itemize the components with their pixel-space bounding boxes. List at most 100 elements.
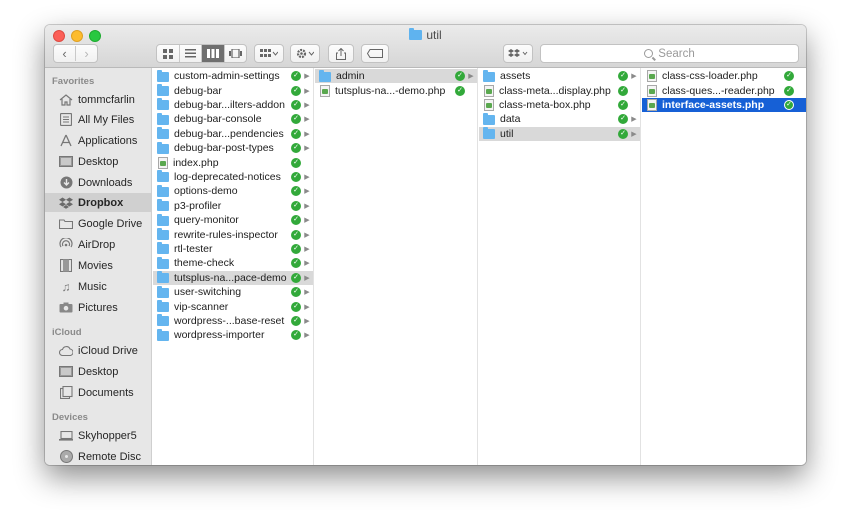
sidebar-item-airdrop[interactable]: AirDrop [45, 235, 151, 254]
php-file-icon [647, 70, 657, 83]
dropbox-icon [59, 196, 73, 209]
browser-column-4: class-css-loader.php✓▶ class-ques...-rea… [642, 68, 806, 465]
icon-view-button[interactable] [157, 45, 179, 62]
sidebar-item-dropbox[interactable]: Dropbox [45, 193, 151, 212]
column-row[interactable]: log-deprecated-notices ✓ ▶ [153, 170, 313, 184]
synced-check-icon: ✓ [291, 287, 301, 298]
sidebar-item-icloud-desktop[interactable]: Desktop [45, 362, 151, 381]
sidebar-item-remote-disc[interactable]: Remote Disc [45, 447, 151, 465]
column-row[interactable]: debug-bar...pendencies ✓ ▶ [153, 127, 313, 141]
column-row[interactable]: wordpress-...base-reset ✓ ▶ [153, 314, 313, 328]
column-view-button[interactable] [201, 45, 224, 62]
disclosure-arrow-icon: ▶ [304, 332, 310, 340]
row-label: debug-bar-console [174, 113, 262, 126]
column-row[interactable]: debug-bar ✓ ▶ [153, 83, 313, 97]
column-row[interactable]: user-switching ✓ ▶ [153, 285, 313, 299]
gear-icon [296, 48, 314, 59]
column-row[interactable]: p3-profiler ✓ ▶ [153, 199, 313, 213]
row-label: class-meta...display.php [499, 84, 611, 97]
column-row[interactable]: rewrite-rules-inspector ✓ ▶ [153, 227, 313, 241]
folder-icon [157, 112, 169, 125]
column-row[interactable]: class-ques...-reader.php✓▶ [642, 83, 806, 97]
disclosure-arrow-icon: ▶ [304, 231, 310, 239]
sidebar-item-pictures[interactable]: Pictures [45, 298, 151, 317]
synced-check-icon: ✓ [784, 85, 794, 96]
column-row-selected[interactable]: admin ✓ ▶ [315, 69, 477, 84]
action-button[interactable] [290, 44, 320, 63]
downloads-icon [59, 176, 73, 189]
folder-icon [483, 112, 495, 125]
search-field[interactable]: Search [540, 44, 799, 63]
synced-check-icon: ✓ [291, 315, 301, 326]
column-row[interactable]: debug-bar-console ✓ ▶ [153, 112, 313, 126]
column-row[interactable]: class-css-loader.php✓▶ [642, 69, 806, 83]
column-row-selected[interactable]: util ✓ ▶ [479, 126, 640, 141]
dropbox-menu-button[interactable] [503, 44, 533, 63]
row-label: vip-scanner [174, 300, 229, 313]
synced-check-icon: ✓ [291, 128, 301, 139]
sidebar-item-applications[interactable]: Applications [45, 131, 151, 150]
sidebar-item-all-my-files[interactable]: All My Files [45, 110, 151, 129]
column-row[interactable]: assets ✓ ▶ [479, 69, 640, 83]
back-button[interactable]: ‹ [54, 46, 75, 61]
cover-flow-button[interactable] [223, 45, 247, 62]
sidebar-item-downloads[interactable]: Downloads [45, 173, 151, 192]
synced-check-icon: ✓ [291, 229, 301, 240]
arrange-button[interactable] [254, 44, 284, 63]
column-row-selected-active[interactable]: interface-assets.php✓▶ [642, 97, 806, 113]
browser-column-3: assets✓▶ class-meta...display.php✓▶ clas… [479, 68, 641, 465]
folder-icon [157, 141, 169, 154]
row-label: class-ques...-reader.php [662, 84, 775, 97]
list-view-icon [184, 49, 196, 58]
window-title-text: util [426, 28, 442, 42]
column-row[interactable]: vip-scanner ✓ ▶ [153, 299, 313, 313]
desktop-icon [59, 365, 73, 378]
folder-icon [319, 69, 331, 82]
folder-icon [157, 314, 169, 327]
sidebar-item-google-drive[interactable]: Google Drive [45, 214, 151, 233]
column-row[interactable]: tutsplus-na...-demo.php✓▶ [315, 83, 477, 97]
column-row[interactable]: class-meta...display.php✓▶ [479, 83, 640, 97]
sidebar-item-label: Desktop [78, 365, 119, 378]
column-row[interactable]: debug-bar...ilters-addon ✓ ▶ [153, 98, 313, 112]
column-row-selected[interactable]: tutsplus-na...pace-demo ✓ ▶ [153, 270, 313, 285]
edit-tags-button[interactable] [361, 44, 389, 63]
list-view-button[interactable] [178, 45, 202, 62]
applications-icon [59, 134, 73, 147]
column-row[interactable]: options-demo ✓ ▶ [153, 184, 313, 198]
disclosure-arrow-icon: ▶ [304, 317, 310, 325]
forward-button[interactable]: › [75, 46, 97, 61]
sidebar-item-documents[interactable]: Documents [45, 383, 151, 402]
sidebar-item-icloud-drive[interactable]: iCloud Drive [45, 341, 151, 360]
sidebar-item-skyhopper5[interactable]: Skyhopper5 [45, 426, 151, 445]
column-row[interactable]: data ✓ ▶ [479, 112, 640, 126]
synced-check-icon: ✓ [618, 114, 628, 125]
synced-check-icon: ✓ [784, 71, 794, 82]
column-row[interactable]: class-meta-box.php✓▶ [479, 98, 640, 112]
synced-check-icon: ✓ [291, 71, 301, 82]
sidebar-item-music[interactable]: ♫ Music [45, 277, 151, 296]
synced-check-icon: ✓ [291, 200, 301, 211]
column-row[interactable]: wordpress-importer ✓ ▶ [153, 328, 313, 342]
row-label: util [500, 127, 514, 140]
share-icon [336, 47, 346, 60]
row-label: debug-bar...pendencies [174, 127, 284, 140]
share-button[interactable] [328, 44, 354, 63]
column-row[interactable]: rtl-tester ✓ ▶ [153, 242, 313, 256]
column-row[interactable]: theme-check ✓ ▶ [153, 256, 313, 270]
row-label: interface-assets.php [662, 98, 765, 111]
desktop-icon [59, 155, 73, 168]
sidebar-item-home[interactable]: tommcfarlin [45, 90, 151, 109]
sidebar-item-movies[interactable]: Movies [45, 256, 151, 275]
sidebar-item-label: Remote Disc [78, 450, 141, 463]
toolbar: util ‹ › Search [45, 25, 806, 68]
column-row[interactable]: query-monitor ✓ ▶ [153, 213, 313, 227]
column-row[interactable]: custom-admin-settings ✓ ▶ [153, 69, 313, 83]
disclosure-arrow-icon: ▶ [304, 87, 310, 95]
sidebar-item-desktop[interactable]: Desktop [45, 152, 151, 171]
column-row[interactable]: index.php✓▶ [153, 155, 313, 169]
synced-check-icon: ✓ [618, 128, 628, 139]
row-label: debug-bar-post-types [174, 142, 274, 155]
column-row[interactable]: debug-bar-post-types ✓ ▶ [153, 141, 313, 155]
folder-icon [157, 199, 169, 212]
